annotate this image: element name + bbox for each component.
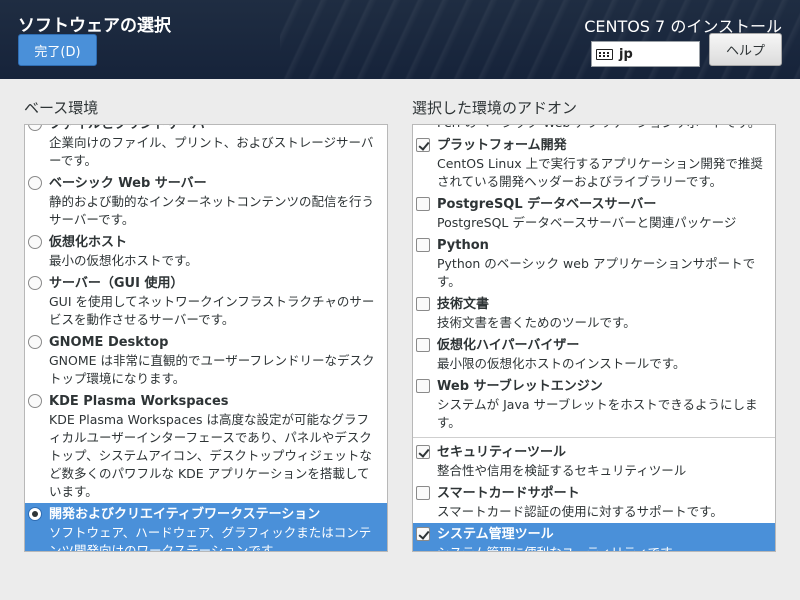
base-environment-item[interactable]: GNOME Desktop GNOME は非常に直観的でユーザーフレンドリーなデス… — [25, 331, 387, 390]
addon-name: Python — [437, 238, 489, 253]
addon-item[interactable]: プラットフォーム開発 CentOS Linux 上で実行するアプリケーション開発で… — [413, 134, 775, 193]
checkbox[interactable] — [416, 238, 430, 252]
base-environment-desc: 静的および動的なインターネットコンテンツの配信を行うサーバーです。 — [49, 194, 375, 227]
addon-item[interactable]: Python Python のベーシック web アプリケーションサポートです。 — [413, 234, 775, 293]
radio-button[interactable] — [28, 235, 42, 249]
base-environment-desc: 最小の仮想化ホストです。 — [49, 253, 198, 268]
base-environment-list[interactable]: ファイルとプリントサーバー企業向けのファイル、プリント、およびストレージサーバー… — [24, 124, 388, 552]
addon-item[interactable]: PostgreSQL データベースサーバー PostgreSQL データベースサー… — [413, 193, 775, 234]
addon-desc: Perl のベーシック Web アプリケーションサポートです。 — [437, 125, 769, 132]
base-environment-name: ファイルとプリントサーバー — [49, 124, 218, 132]
base-environment-items: ファイルとプリントサーバー企業向けのファイル、プリント、およびストレージサーバー… — [25, 124, 387, 552]
addon-desc: Python のベーシック web アプリケーションサポートです。 — [437, 256, 756, 289]
addon-desc: システム管理に便利なユーティリティです。 — [437, 544, 769, 551]
checkbox[interactable] — [416, 486, 430, 500]
checkbox[interactable] — [416, 138, 430, 152]
base-environment-item[interactable]: 仮想化ホスト最小の仮想化ホストです。 — [25, 231, 387, 272]
help-button[interactable]: ヘルプ — [709, 33, 782, 66]
addon-desc: スマートカード認証の使用に対するサポートです。 — [437, 504, 723, 519]
base-environment-desc: GUI を使用してネットワークインフラストラクチャのサービスを動作させるサーバー… — [49, 294, 375, 327]
addon-item[interactable]: 仮想化ハイパーバイザー最小限の仮想化ホストのインストールです。 — [413, 334, 775, 375]
base-environment-name: サーバー（GUI 使用） — [49, 276, 184, 291]
radio-button[interactable] — [28, 176, 42, 190]
radio-button[interactable] — [28, 276, 42, 290]
top-header: ソフトウェアの選択 完了(D) CENTOS 7 のインストール jp ヘルプ — [0, 0, 800, 79]
keyboard-icon — [596, 48, 613, 60]
base-environment-desc: KDE Plasma Workspaces は高度な設定が可能なグラフィカルユー… — [49, 412, 372, 499]
addon-desc: システムが Java サーブレットをホストできるようにします。 — [437, 397, 758, 430]
addon-name: プラットフォーム開発 — [437, 138, 567, 153]
keyboard-layout-label: jp — [619, 46, 633, 62]
checkbox[interactable] — [416, 297, 430, 311]
addon-name: Web サーブレットエンジン — [437, 379, 603, 394]
addon-name: 技術文書 — [437, 297, 490, 312]
addon-desc: 整合性や信用を検証するセキュリティツール — [437, 463, 687, 478]
base-environment-desc: 企業向けのファイル、プリント、およびストレージサーバーです。 — [49, 135, 374, 168]
addon-item[interactable]: Web サーブレットエンジンシステムが Java サーブレットをホストできるよう… — [413, 375, 775, 434]
base-environment-item[interactable]: ベーシック Web サーバー静的および動的なインターネットコンテンツの配信を行う… — [25, 172, 387, 231]
base-environment-desc: ソフトウェア、ハードウェア、グラフィックまたはコンテンツ開発向けのワークステーシ… — [49, 525, 372, 552]
addon-items: Perl のベーシック Web アプリケーションサポートです。プラットフォーム開… — [413, 125, 775, 551]
base-environment-name: 開発およびクリエイティブワークステーション — [49, 507, 321, 522]
radio-button[interactable] — [28, 394, 42, 408]
addon-name: PostgreSQL データベースサーバー — [437, 197, 657, 212]
checkbox[interactable] — [416, 197, 430, 211]
addon-separator — [413, 437, 775, 438]
checkbox[interactable] — [416, 445, 430, 459]
radio-button[interactable] — [28, 125, 42, 131]
keyboard-layout-indicator[interactable]: jp — [591, 41, 700, 67]
base-environment-item[interactable]: サーバー（GUI 使用） GUI を使用してネットワークインフラストラクチャのサー… — [25, 272, 387, 331]
addons-title: 選択した環境のアドオン — [412, 99, 578, 117]
base-environment-name: GNOME Desktop — [49, 335, 169, 350]
addon-desc: CentOS Linux 上で実行するアプリケーション開発で推奨されている開発ヘ… — [437, 156, 763, 189]
base-environment-name: 仮想化ホスト — [49, 235, 128, 250]
addon-name: セキュリティーツール — [437, 445, 566, 460]
page-title: ソフトウェアの選択 — [18, 16, 171, 36]
checkbox[interactable] — [416, 338, 430, 352]
base-environment-name: ベーシック Web サーバー — [49, 176, 207, 191]
base-environment-desc: GNOME は非常に直観的でユーザーフレンドリーなデスクトップ環境になります。 — [49, 353, 375, 386]
addon-desc: 技術文書を書くためのツールです。 — [437, 315, 636, 330]
checkbox[interactable] — [416, 527, 430, 541]
base-environment-name: KDE Plasma Workspaces — [49, 394, 229, 409]
addon-desc: 最小限の仮想化ホストのインストールです。 — [437, 356, 686, 371]
done-button[interactable]: 完了(D) — [18, 34, 97, 66]
addon-item[interactable]: 技術文書技術文書を書くためのツールです。 — [413, 293, 775, 334]
base-environment-item[interactable]: ファイルとプリントサーバー企業向けのファイル、プリント、およびストレージサーバー… — [25, 124, 387, 172]
checkbox[interactable] — [416, 379, 430, 393]
addon-item[interactable]: セキュリティーツール整合性や信用を検証するセキュリティツール — [413, 441, 775, 482]
addon-item[interactable]: スマートカードサポートスマートカード認証の使用に対するサポートです。 — [413, 482, 775, 523]
addon-item[interactable]: Perl のベーシック Web アプリケーションサポートです。 — [413, 125, 775, 134]
radio-button[interactable] — [28, 507, 42, 521]
addon-name: スマートカードサポート — [437, 486, 580, 501]
addon-item[interactable]: システム管理ツールシステム管理に便利なユーティリティです。 — [413, 523, 775, 551]
addon-name: システム管理ツール — [437, 527, 554, 542]
radio-button[interactable] — [28, 335, 42, 349]
base-environment-title: ベース環境 — [24, 99, 99, 117]
base-environment-item[interactable]: 開発およびクリエイティブワークステーションソフトウェア、ハードウェア、グラフィッ… — [25, 503, 387, 552]
addons-list[interactable]: Perl のベーシック Web アプリケーションサポートです。プラットフォーム開… — [412, 124, 776, 552]
addon-name: 仮想化ハイパーバイザー — [437, 338, 580, 353]
base-environment-item[interactable]: KDE Plasma Workspaces KDE Plasma Workspac… — [25, 390, 387, 503]
addon-desc: PostgreSQL データベースサーバーと関連パッケージ — [437, 215, 737, 230]
